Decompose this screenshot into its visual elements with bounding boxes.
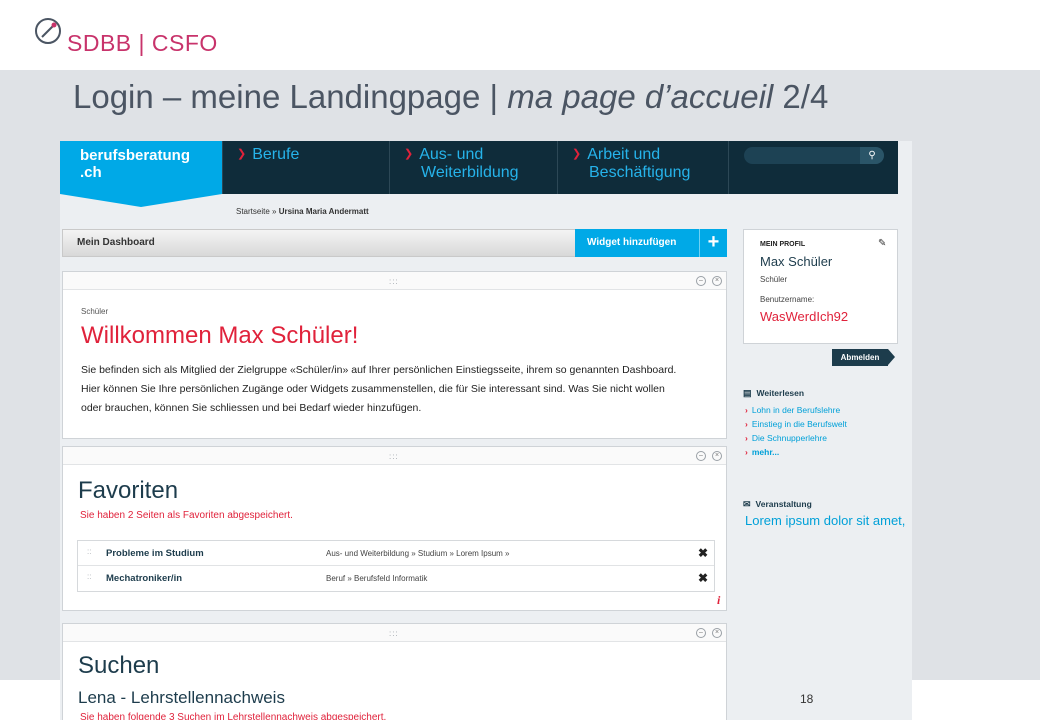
grip-icon: :::	[389, 629, 399, 638]
event-heading: ✉ Veranstaltung	[743, 499, 812, 510]
delete-icon[interactable]: ✖	[698, 571, 708, 585]
welcome-kicker: Schüler	[81, 307, 109, 316]
more-link[interactable]: mehr...	[752, 447, 779, 457]
envelope-icon: ✉	[743, 499, 751, 509]
favorites-widget: ::: – × Favoriten Sie haben 2 Seiten als…	[62, 446, 727, 611]
profile-heading: MEIN PROFIL	[760, 241, 806, 248]
favorites-subtitle: Sie haben 2 Seiten als Favoriten abgespe…	[80, 510, 293, 521]
search-widget: ::: – × Suchen Lena - Lehrstellennachwei…	[62, 623, 727, 720]
table-row: :: Probleme im Studium Aus- und Weiterbi…	[78, 541, 714, 566]
add-widget-button[interactable]: Widget hinzufügen	[575, 229, 699, 257]
event-text[interactable]: Lorem ipsum dolor sit amet,	[745, 513, 905, 528]
logout-button-arrow	[888, 349, 895, 365]
search-subtitle: Lena - Lehrstellennachweis	[78, 688, 285, 707]
close-icon[interactable]: ×	[712, 276, 722, 286]
brand-line2: .ch	[80, 164, 102, 181]
further-reading-list: › Lohn in der Berufslehre › Einstieg in di…	[745, 403, 847, 459]
further-reading-link[interactable]: Die Schnupperlehre	[752, 433, 827, 443]
nav-label-line2: Beschäftigung	[589, 164, 691, 181]
top-navigation: berufsberatung .ch ❯ Berufe ❯ Aus- und Wei…	[60, 141, 898, 194]
further-reading-heading: ▤ Weiterlesen	[743, 388, 804, 399]
slide-title-suffix: 2/4	[773, 78, 829, 115]
chevron-down-icon: ❯	[572, 148, 582, 160]
welcome-title: Willkommen Max Schüler!	[81, 322, 359, 349]
drag-handle-icon[interactable]: ::	[87, 547, 91, 556]
favorites-table: :: Probleme im Studium Aus- und Weiterbi…	[77, 540, 715, 592]
nav-arbeit-und-beschaeftigung[interactable]: ❯ Arbeit und Beschäftigung	[557, 141, 728, 194]
slide-title-italic: ma page d’accueil	[507, 78, 774, 115]
logo-text: SDBB | CSFO	[67, 30, 218, 56]
list-item[interactable]: › Einstieg in die Berufswelt	[745, 417, 847, 431]
minimize-icon[interactable]: –	[696, 628, 706, 638]
search-icon[interactable]: ⚲	[860, 147, 884, 164]
brand-logo[interactable]: berufsberatung .ch	[60, 141, 222, 194]
favorites-title: Favoriten	[78, 477, 179, 504]
chevron-right-icon: ›	[745, 433, 748, 443]
grip-icon: :::	[389, 452, 399, 461]
close-icon[interactable]: ×	[712, 628, 722, 638]
slide-title-main: Login – meine Landingpage |	[73, 78, 508, 115]
sdbb-logo: SDBB | CSFO	[33, 16, 217, 56]
list-item[interactable]: › mehr...	[745, 445, 847, 459]
nav-aus-und-weiterbildung[interactable]: ❯ Aus- und Weiterbildung	[389, 141, 557, 194]
nav-berufe[interactable]: ❯ Berufe	[222, 141, 389, 194]
grip-icon: :::	[389, 277, 399, 286]
breadcrumb-home[interactable]: Startseite »	[236, 207, 276, 216]
nav-label: Arbeit und	[587, 146, 661, 163]
chevron-right-icon: ›	[745, 419, 748, 429]
widget-drag-handle[interactable]: ::: – ×	[63, 624, 726, 642]
chevron-right-icon: ›	[745, 405, 748, 415]
list-item[interactable]: › Die Schnupperlehre	[745, 431, 847, 445]
minimize-icon[interactable]: –	[696, 276, 706, 286]
drag-handle-icon[interactable]: ::	[87, 572, 91, 581]
breadcrumb-current: Ursina Maria Andermatt	[278, 207, 369, 216]
brand-arrow	[60, 194, 222, 207]
chevron-right-icon: ›	[745, 447, 748, 457]
favorite-link[interactable]: Mechatroniker/in	[106, 573, 182, 584]
plus-icon[interactable]: +	[699, 229, 727, 257]
presentation-slide: SDBB | CSFO Login – meine Landingpage | …	[0, 0, 1040, 720]
event-label: Veranstaltung	[755, 499, 812, 509]
pencil-icon[interactable]: ✎	[878, 238, 886, 249]
nav-label: Aus- und	[419, 146, 484, 163]
username-label: Benutzername:	[760, 295, 815, 304]
nav-label-line2: Weiterbildung	[421, 164, 519, 181]
widget-drag-handle[interactable]: ::: – ×	[63, 272, 726, 290]
dashboard-title: Mein Dashboard	[77, 237, 155, 248]
compass-icon	[35, 18, 61, 44]
favorite-link[interactable]: Probleme im Studium	[106, 548, 204, 559]
profile-card: MEIN PROFIL ✎ Max Schüler Schüler Benutz…	[743, 229, 898, 344]
profile-name: Max Schüler	[760, 254, 833, 269]
logout-button[interactable]: Abmelden	[832, 349, 888, 366]
favorite-path: Aus- und Weiterbildung » Studium » Lorem…	[326, 549, 510, 558]
minimize-icon[interactable]: –	[696, 451, 706, 461]
search-note: Sie haben folgende 3 Suchen im Lehrstell…	[80, 712, 387, 720]
table-row: :: Mechatroniker/in Beruf » Berufsfeld I…	[78, 566, 714, 591]
username-value: WasWerdIch92	[760, 309, 849, 324]
info-icon[interactable]: i	[717, 593, 720, 608]
brand-line1: berufsberatung	[80, 147, 191, 164]
close-icon[interactable]: ×	[712, 451, 722, 461]
list-item[interactable]: › Lohn in der Berufslehre	[745, 403, 847, 417]
book-icon: ▤	[743, 388, 752, 398]
welcome-text: Sie befinden sich als Mitglied der Zielg…	[81, 364, 677, 414]
search-title: Suchen	[78, 652, 160, 679]
welcome-widget: ::: – × Schüler Willkommen Max Schüler! …	[62, 271, 727, 439]
favorite-path: Beruf » Berufsfeld Informatik	[326, 574, 428, 583]
widget-drag-handle[interactable]: ::: – ×	[63, 447, 726, 465]
nav-label: Berufe	[252, 146, 300, 163]
delete-icon[interactable]: ✖	[698, 546, 708, 560]
further-reading-link[interactable]: Lohn in der Berufslehre	[752, 405, 840, 415]
slide-title: Login – meine Landingpage | ma page d’ac…	[73, 78, 828, 116]
profile-role: Schüler	[760, 275, 788, 284]
further-reading-label: Weiterlesen	[756, 388, 805, 398]
breadcrumb: Startseite » Ursina Maria Andermatt	[236, 207, 369, 216]
page-number: 18	[800, 692, 814, 706]
chevron-down-icon: ❯	[404, 148, 414, 160]
further-reading-link[interactable]: Einstieg in die Berufswelt	[752, 419, 847, 429]
chevron-down-icon: ❯	[237, 148, 247, 160]
website-screenshot: berufsberatung .ch ❯ Berufe ❯ Aus- und Wei…	[60, 141, 912, 720]
